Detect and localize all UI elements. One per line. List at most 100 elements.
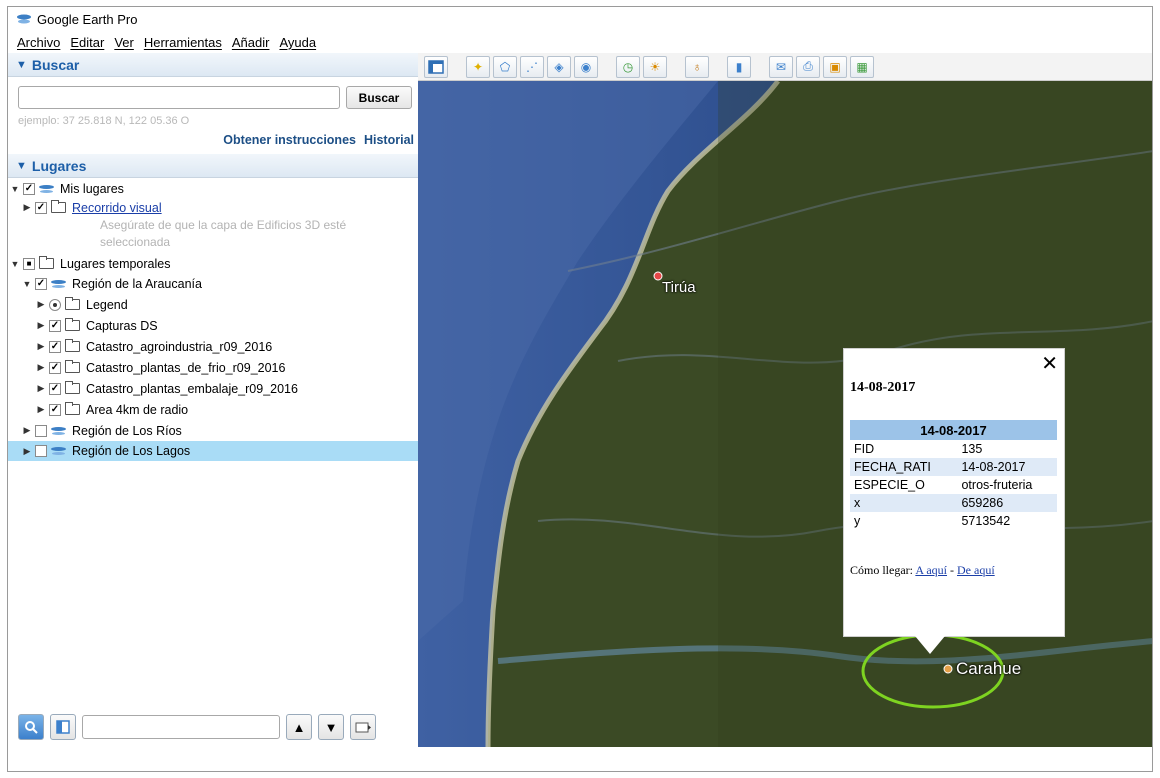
menu-archivo[interactable]: Archivo (17, 35, 60, 50)
search-button[interactable]: Buscar (346, 86, 412, 109)
tree-item-region-araucania[interactable]: ▼ ✓ Región de la Araucanía (8, 274, 418, 293)
expand-arrow-icon[interactable]: ▶ (22, 446, 32, 457)
close-icon[interactable]: ✕ (1041, 351, 1058, 376)
placemark-icon: ✦ (472, 59, 484, 74)
view-in-maps-button[interactable]: ▦ (850, 55, 874, 78)
tree-item-recorrido-visual[interactable]: ▶ ✓ Recorrido visual (8, 198, 418, 217)
attr-key: FID (854, 442, 875, 456)
expand-arrow-icon[interactable]: ▶ (36, 341, 46, 352)
directions-link[interactable]: Obtener instrucciones (223, 133, 356, 147)
checkbox-checked[interactable]: ✓ (49, 403, 61, 416)
record-tour-button[interactable]: ◉ (574, 55, 598, 78)
side-panel: ▼ Buscar Buscar ejemplo: 37 25.818 N, 12… (8, 53, 418, 771)
ruler-button[interactable]: ▮ (727, 55, 751, 78)
directions-separator: - (950, 563, 955, 577)
add-overlay-button[interactable]: ◈ (547, 55, 571, 78)
tree-item-legend[interactable]: ▶ Legend (8, 295, 418, 314)
search-input[interactable] (18, 86, 340, 109)
add-path-button[interactable]: ⋰ (520, 55, 544, 78)
tour-hint-text: Asegúrate de que la capa de Edificios 3D… (100, 218, 347, 249)
folder-icon (65, 402, 80, 415)
tree-item-lugares-temporales[interactable]: ▼ ■ Lugares temporales (8, 254, 418, 273)
menu-bar: Archivo Editar Ver Herramientas Añadir A… (8, 31, 1152, 53)
menu-editar[interactable]: Editar (70, 35, 104, 50)
add-placemark-button[interactable]: ✦ (466, 55, 490, 78)
tree-item-area-4km[interactable]: ▶ ✓ Area 4km de radio (8, 400, 418, 419)
menu-ayuda[interactable]: Ayuda (279, 35, 316, 50)
tree-item-capturas-ds[interactable]: ▶ ✓ Capturas DS (8, 316, 418, 335)
sunlight-button[interactable]: ☀ (643, 55, 667, 78)
tree-item-label: Catastro_plantas_de_frio_r09_2016 (86, 360, 286, 375)
checkbox-partial[interactable]: ■ (23, 257, 35, 270)
tree-item-catastro-plantas-embalaje[interactable]: ▶ ✓ Catastro_plantas_embalaje_r09_2016 (8, 379, 418, 398)
expand-arrow-icon[interactable]: ▼ (10, 259, 20, 269)
add-polygon-button[interactable]: ⬠ (493, 55, 517, 78)
attr-value: 5713542 (961, 514, 1011, 528)
ruler-icon: ▮ (735, 59, 743, 74)
checkbox-checked[interactable]: ✓ (35, 277, 47, 290)
to-here-link[interactable]: A aquí (915, 563, 947, 577)
places-filter-input[interactable] (82, 715, 280, 739)
save-image-button[interactable]: ▣ (823, 55, 847, 78)
checkbox-checked[interactable]: ✓ (49, 382, 61, 395)
menu-anadir[interactable]: Añadir (232, 35, 270, 50)
tree-item-catastro-agroindustria[interactable]: ▶ ✓ Catastro_agroindustria_r09_2016 (8, 337, 418, 356)
expand-arrow-icon[interactable]: ▶ (36, 299, 46, 310)
expand-arrow-icon[interactable]: ▶ (36, 362, 46, 373)
planets-button[interactable]: ♁ (685, 55, 709, 78)
menu-ver[interactable]: Ver (114, 35, 134, 50)
checkbox-unchecked[interactable] (35, 424, 47, 437)
checkbox-checked[interactable]: ✓ (49, 361, 61, 374)
history-link[interactable]: Historial (364, 133, 414, 147)
print-button[interactable]: ⎙ (796, 55, 820, 78)
move-up-button[interactable]: ▲ (286, 714, 312, 740)
panel-toggle-button[interactable] (50, 714, 76, 740)
search-places-button[interactable] (18, 714, 44, 740)
checkbox-checked[interactable]: ✓ (35, 201, 47, 214)
add-folder-button[interactable] (350, 714, 376, 740)
map-icon: ▦ (856, 59, 868, 74)
tree-item-catastro-plantas-frio[interactable]: ▶ ✓ Catastro_plantas_de_frio_r09_2016 (8, 358, 418, 377)
expand-arrow-icon[interactable]: ▶ (36, 320, 46, 331)
tour-link[interactable]: Recorrido visual (72, 201, 162, 215)
email-button[interactable]: ✉ (769, 55, 793, 78)
magnifier-icon (25, 721, 38, 734)
search-example-hint: ejemplo: 37 25.818 N, 122 05.36 O (18, 115, 190, 127)
places-section-header[interactable]: ▼ Lugares (8, 154, 418, 178)
table-row: x 659286 (850, 494, 1057, 512)
checkbox-checked[interactable]: ✓ (49, 319, 61, 332)
tree-item-region-los-lagos[interactable]: ▶ Región de Los Lagos (8, 441, 418, 461)
menu-herramientas[interactable]: Herramientas (144, 35, 222, 50)
expand-arrow-icon[interactable]: ▶ (22, 202, 32, 213)
checkbox-checked[interactable]: ✓ (49, 340, 61, 353)
checkbox-unchecked[interactable] (35, 445, 47, 457)
places-header-label: Lugares (31, 157, 87, 174)
radio-selected[interactable] (49, 298, 61, 311)
expand-arrow-icon[interactable]: ▼ (10, 184, 20, 194)
search-section-header[interactable]: ▼ Buscar (8, 53, 418, 77)
sidebar-toggle-button[interactable] (424, 55, 448, 78)
tree-item-label: Catastro_plantas_embalaje_r09_2016 (86, 381, 298, 396)
checkbox-checked[interactable]: ✓ (23, 182, 35, 195)
directions-label: Cómo llegar: (850, 563, 913, 577)
tree-item-label: Legend (86, 297, 128, 312)
tree-item-mis-lugares[interactable]: ▼ ✓ Mis lugares (8, 179, 418, 198)
expand-arrow-icon[interactable]: ▼ (22, 279, 32, 289)
record-tour-icon: ◉ (580, 59, 592, 74)
search-row: Buscar (8, 77, 418, 113)
collapse-triangle-icon: ▼ (16, 159, 27, 172)
expand-arrow-icon[interactable]: ▶ (22, 425, 32, 436)
expand-arrow-icon[interactable]: ▶ (36, 383, 46, 394)
attribute-table: 14-08-2017 FID 135 FECHA_RATI 14-08-2017 E… (850, 420, 1057, 530)
balloon-tail (910, 630, 950, 654)
planet-icon: ♁ (692, 59, 702, 74)
attr-key: x (850, 494, 958, 512)
attr-key: FECHA_RATI (850, 458, 958, 476)
move-down-button[interactable]: ▼ (318, 714, 344, 740)
from-here-link[interactable]: De aquí (957, 563, 995, 577)
historical-imagery-button[interactable]: ◷ (616, 55, 640, 78)
image-overlay-icon: ◈ (554, 59, 564, 74)
expand-arrow-icon[interactable]: ▶ (36, 404, 46, 415)
folder-open-icon (39, 256, 54, 269)
tree-item-region-los-rios[interactable]: ▶ Región de Los Ríos (8, 421, 418, 440)
